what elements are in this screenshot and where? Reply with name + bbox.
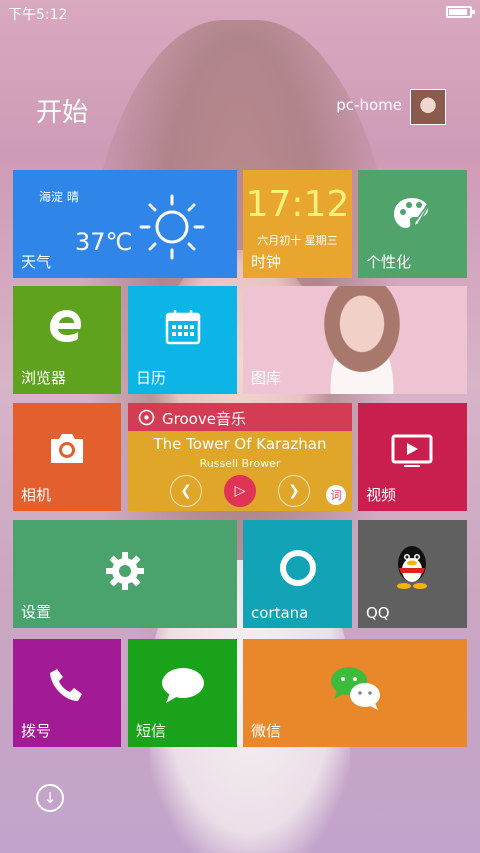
calendar-icon (165, 310, 201, 345)
chevron-right-icon: ❯ (288, 483, 300, 499)
tile-gallery[interactable]: 图库 (243, 286, 467, 394)
tile-weather[interactable]: 海淀 晴 37℃ 天气 (13, 170, 237, 278)
tile-personalize[interactable]: 个性化 (358, 170, 467, 278)
edge-icon (50, 310, 81, 342)
tile-gallery-label: 图库 (251, 369, 282, 387)
phone-icon (50, 669, 82, 701)
tile-camera-label: 相机 (21, 486, 52, 504)
tile-video-label: 视频 (366, 486, 397, 504)
chat-bubble-icon (162, 668, 204, 703)
music-app-name: Groove音乐 (162, 410, 246, 428)
avatar[interactable] (410, 89, 446, 125)
tile-sms-label: 短信 (136, 722, 167, 740)
tile-browser-label: 浏览器 (21, 369, 67, 387)
tile-clock-label: 时钟 (251, 253, 282, 271)
tile-personalize-label: 个性化 (366, 253, 412, 271)
tile-cortana-label: cortana (251, 604, 309, 622)
tile-settings-label: 设置 (21, 603, 52, 621)
status-time: 下午5:12 (8, 7, 68, 23)
tile-clock[interactable]: 17:12 六月初十 星期三 时钟 (243, 170, 352, 278)
chevron-left-icon: ❮ (180, 483, 192, 499)
battery-icon (446, 6, 475, 18)
tile-wechat[interactable]: 微信 (243, 639, 467, 747)
tile-settings[interactable]: 设置 (13, 520, 237, 628)
play-icon: ▷ (234, 483, 246, 499)
clock-date: 六月初十 星期三 (257, 234, 338, 247)
tile-music[interactable]: Groove音乐 The Tower Of Karazhan Russell B… (128, 403, 352, 511)
start-title: 开始 (36, 98, 89, 128)
tile-camera[interactable]: 相机 (13, 403, 121, 511)
video-play-icon (391, 434, 433, 467)
tile-calendar[interactable]: 日历 (128, 286, 237, 394)
camera-icon (51, 434, 83, 463)
tile-cortana[interactable]: cortana (243, 520, 352, 628)
weather-temperature: 37℃ (75, 228, 133, 256)
tile-calendar-label: 日历 (136, 369, 167, 387)
tile-dial-label: 拨号 (21, 722, 52, 740)
music-artist: Russell Brower (199, 457, 281, 470)
cortana-ring-icon (280, 550, 316, 586)
all-apps-button[interactable]: ↓ (36, 784, 64, 812)
previous-button[interactable]: ❮ (170, 475, 202, 507)
arrow-down-circle-icon: ↓ (43, 789, 57, 807)
lyrics-button[interactable]: 词 (326, 485, 346, 505)
tile-qq-label: QQ (366, 604, 390, 622)
wechat-icon (331, 667, 380, 710)
tile-browser[interactable]: 浏览器 (13, 286, 121, 394)
music-song-title: The Tower Of Karazhan (153, 435, 327, 453)
tile-video[interactable]: 视频 (358, 403, 467, 511)
weather-location: 海淀 晴 (39, 190, 79, 204)
tile-dial[interactable]: 拨号 (13, 639, 121, 747)
tile-qq[interactable]: QQ (358, 520, 467, 628)
username[interactable]: pc-home (336, 96, 402, 114)
gear-icon (106, 552, 144, 590)
clock-time: 17:12 (245, 184, 350, 225)
gallery-photo (307, 286, 417, 394)
tile-wechat-label: 微信 (251, 722, 282, 740)
status-bar: 下午5:12 (0, 0, 480, 26)
tile-sms[interactable]: 短信 (128, 639, 237, 747)
music-header: Groove音乐 (128, 403, 352, 431)
next-button[interactable]: ❯ (278, 475, 310, 507)
palette-icon (394, 195, 435, 228)
tile-weather-label: 天气 (21, 253, 52, 271)
sun-icon (139, 194, 205, 260)
qq-penguin-icon (397, 546, 427, 589)
play-button[interactable]: ▷ (224, 475, 256, 507)
groove-disc-icon (138, 409, 155, 426)
